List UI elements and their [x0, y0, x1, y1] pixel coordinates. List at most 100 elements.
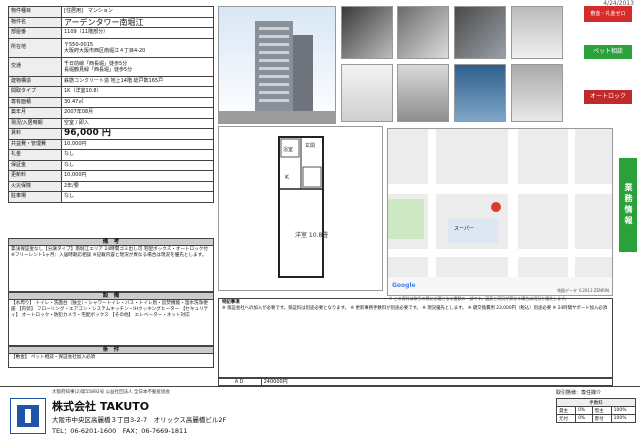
info-value: 1K（洋室10.8） [61, 86, 214, 98]
remarks-box: 特記事項 ※ 保証会社への加入が必要です。保証料は別途必要となります。 ※ 更新… [218, 298, 613, 378]
info-label: 交通 [8, 56, 62, 77]
info-value: [住居用] マンション [61, 6, 214, 18]
company-tel: TEL：06-6201-1600 FAX：06-7669-1811 [52, 427, 188, 435]
info-value: 30.47㎡ [61, 96, 214, 108]
sidebar-gyomu: 業務情報 [619, 158, 637, 252]
jouken-header: 条 件 [8, 346, 214, 354]
torihiki-label: 取引態様：専任媒介 [556, 390, 602, 396]
info-value: 96,000 円 [61, 128, 214, 140]
ad-label: ＡＤ [233, 379, 244, 385]
info-value: 空室 / 即入 [61, 117, 214, 129]
info-value: アーデンタワー南堀江 [61, 16, 214, 28]
info-row: 交通 千日前線「西長堀」徒歩5分 長堀鶴見緑「西長堀」徒歩5分 [8, 56, 214, 77]
info-row: 部屋番 1109（11階部分） [8, 27, 214, 39]
bikou-header: 備 考 [8, 238, 214, 246]
info-value: 10,000円 [61, 170, 214, 182]
info-value: 千日前線「西長堀」徒歩5分 長堀鶴見緑「西長堀」徒歩5分 [61, 56, 214, 77]
info-row: 賃料 96,000 円 [8, 128, 214, 140]
map-supermarket: スーパー [454, 226, 474, 232]
info-label: 駐車場 [8, 191, 62, 203]
bikou-body: 築浅保証金なし【分譲タイプ】南堀江エリア 24時間ゴミ出し可 宅配ボックス・オー… [8, 246, 214, 292]
photo-lobby [341, 6, 393, 59]
info-value: 鉄筋コンクリート造 地上14階 総戸数165戸 [61, 75, 214, 87]
info-value: 〒550-0015 大阪府大阪市西区南堀江４丁目4-20 [61, 37, 214, 58]
sign-zero: 敷金・礼金ゼロ [584, 6, 632, 22]
info-value: なし [61, 149, 214, 161]
room-label: 洋室 10.8畳 [295, 231, 328, 239]
info-row: 物件種目 [住居用] マンション [8, 6, 214, 18]
info-label: 築年月 [8, 107, 62, 119]
fee-title: 手数料 [556, 398, 636, 407]
setsubi-body: 【水周り】 トイレ・洗面台（独立）・シャワートイレ・バス・トイレ別・追焚機能・温… [8, 300, 214, 346]
setsubi-header: 設 備 [8, 292, 214, 300]
map-note: 地図データ ©2013 ZENRIN [557, 288, 609, 293]
info-row: 物件名 アーデンタワー南堀江 [8, 16, 214, 28]
company-name: 株式会社 TAKUTO [52, 400, 150, 413]
info-value: なし [61, 159, 214, 171]
logo-icon [17, 405, 39, 427]
info-row: 更新料 10,000円 [8, 170, 214, 182]
photo-hall [454, 6, 506, 59]
info-label: 物件種目 [8, 6, 62, 18]
sign-autolock: オートロック [584, 90, 632, 104]
map-drawing [388, 129, 612, 295]
license: 大阪府知事(2)第55892号 公益社団法人 全日本不動産協会 [52, 390, 171, 395]
info-label: 保証金 [8, 159, 62, 171]
info-row: 現況/入居時期 空室 / 即入 [8, 117, 214, 129]
bath-label: 浴室 [283, 146, 293, 153]
info-label: 更新料 [8, 170, 62, 182]
info-value: 1109（11階部分） [61, 27, 214, 39]
footer-divider [0, 386, 640, 387]
info-row: 築年月 2007年08月 [8, 107, 214, 119]
photo-washroom [511, 64, 563, 122]
info-label: 専有面積 [8, 96, 62, 108]
info-row: 建物構造 鉄筋コンクリート造 地上14階 総戸数165戸 [8, 75, 214, 87]
info-row: 専有面積 30.47㎡ [8, 96, 214, 108]
photo-kitchen [397, 64, 449, 122]
photo-entrance [397, 6, 449, 59]
info-row: 駐車場 なし [8, 191, 214, 203]
info-label: 共益費・管理費 [8, 138, 62, 150]
photo-bath [454, 64, 506, 122]
info-label: 火災保険 [8, 180, 62, 192]
info-value: 2007年08月 [61, 107, 214, 119]
jouken-body: 【敷金】 ペット相談・保証会社加入必須 [8, 354, 214, 368]
info-value: 10,000円 [61, 138, 214, 150]
sign-pet: ペット相談 [584, 45, 632, 59]
info-value: 2年/要 [61, 180, 214, 192]
info-row: 礼金 なし [8, 149, 214, 161]
ad-bar: ＡＤ 240000円 [218, 378, 613, 386]
floor-plan: 洋室 10.8畳 K 浴室 玄関 [218, 126, 383, 291]
building-photo [218, 6, 336, 124]
company-address: 大阪市中央区高麗橋３丁目3-2-7 オリックス高麗橋ビル2F [52, 416, 227, 424]
kitchen-label: K [285, 174, 290, 181]
info-label: 現況/入居時期 [8, 117, 62, 129]
info-row: 保証金 なし [8, 159, 214, 171]
info-label: 賃料 [8, 128, 62, 140]
info-label: 礼金 [8, 149, 62, 161]
info-row: 共益費・管理費 10,000円 [8, 138, 214, 150]
info-value: なし [61, 191, 214, 203]
fee-row: 貸主 0% 借主 100% [555, 406, 637, 415]
info-row: 所在地 〒550-0015 大阪府大阪市西区南堀江４丁目4-20 [8, 37, 214, 58]
info-label: 部屋番 [8, 27, 62, 39]
floor-plan-drawing: 洋室 10.8畳 K 浴室 玄関 [278, 136, 328, 278]
building-illustration [219, 21, 335, 123]
ad-value: 240000円 [260, 379, 288, 386]
entrance-label: 玄関 [305, 142, 315, 149]
info-label: 間取タイプ [8, 86, 62, 98]
location-map[interactable]: スーパー Google 地図データ ©2013 ZENRIN [387, 128, 613, 296]
info-row: 火災保険 2年/要 [8, 180, 214, 192]
info-label: 建物構造 [8, 75, 62, 87]
photo-view [511, 6, 563, 59]
map-badge: Google [392, 282, 416, 289]
fee-row: 元付 0% 客付 100% [555, 414, 637, 423]
remarks-text: ※ 保証会社への加入が必要です。保証料は別途必要となります。 ※ 更新事務手数料… [222, 305, 608, 311]
photo-room [341, 64, 393, 122]
company-logo [10, 398, 46, 434]
fee-table: 手数料 貸主 0% 借主 100% 元付 0% 客付 100% [555, 398, 637, 423]
info-label: 所在地 [8, 37, 62, 58]
property-info-table: 物件種目 [住居用] マンション 物件名 アーデンタワー南堀江 部屋番 1109（11階部… [8, 6, 214, 203]
info-row: 間取タイプ 1K（洋室10.8） [8, 86, 214, 98]
info-label: 物件名 [8, 16, 62, 28]
